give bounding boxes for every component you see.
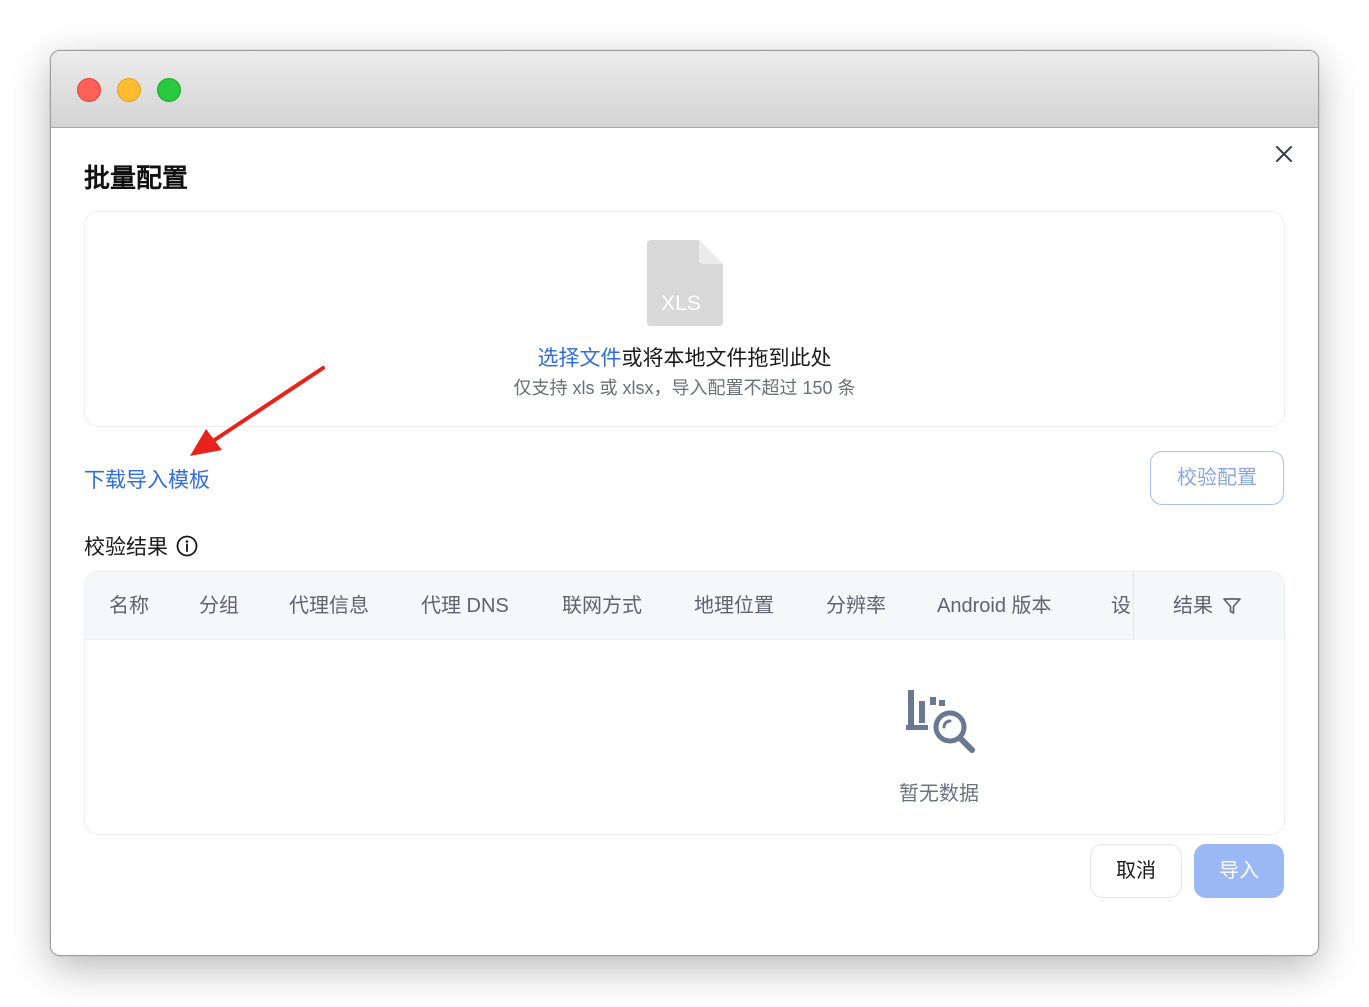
column-header-name: 名称 [109,595,149,617]
xls-file-label: XLS [661,292,701,315]
column-header-location: 地理位置 [694,595,774,617]
column-header-android-version: Android 版本 [937,595,1052,617]
column-header-proxy-dns: 代理 DNS [421,595,509,617]
dialog-title: 批量配置 [84,163,189,193]
cancel-button[interactable]: 取消 [1090,844,1182,898]
column-header-proxy-info: 代理信息 [289,595,369,617]
import-button[interactable]: 导入 [1194,844,1284,898]
result-table: 名称 分组 代理信息 代理 DNS 联网方式 地理位置 分辨率 Android … [84,571,1285,835]
drag-text: 或将本地文件拖到此处 [621,347,832,370]
title-bar [51,51,1318,128]
column-header-truncated: 设 [1111,595,1131,617]
column-header-group: 分组 [199,595,239,617]
table-header: 名称 分组 代理信息 代理 DNS 联网方式 地理位置 分辨率 Android … [85,572,1284,640]
column-header-result: 结果 [1133,572,1284,640]
select-file-link[interactable]: 选择文件 [538,347,622,370]
column-header-result-label: 结果 [1173,595,1213,617]
window-minimize-button[interactable] [117,78,141,102]
info-icon[interactable] [176,535,198,557]
annotation-arrow [190,366,325,456]
window-zoom-button[interactable] [157,78,181,102]
close-icon[interactable] [1272,142,1296,166]
app-window: 批量配置 XLS 选择文件或将本地文件拖到此处 仅支持 xls 或 xlsx，导… [50,50,1319,956]
xls-file-icon: XLS [647,240,723,326]
filter-icon[interactable] [1222,596,1242,616]
download-template-link[interactable]: 下载导入模板 [84,464,210,494]
verify-result-heading: 校验结果 [84,531,198,561]
empty-state-text: 暂无数据 [899,783,979,805]
batch-config-dialog: 批量配置 XLS 选择文件或将本地文件拖到此处 仅支持 xls 或 xlsx，导… [51,128,1318,955]
no-data-search-icon [906,690,975,753]
column-header-resolution: 分辨率 [826,595,886,617]
column-header-network-mode: 联网方式 [562,595,642,617]
window-close-button[interactable] [77,78,101,102]
verify-config-button[interactable]: 校验配置 [1150,451,1284,505]
verify-result-label: 校验结果 [84,536,168,559]
